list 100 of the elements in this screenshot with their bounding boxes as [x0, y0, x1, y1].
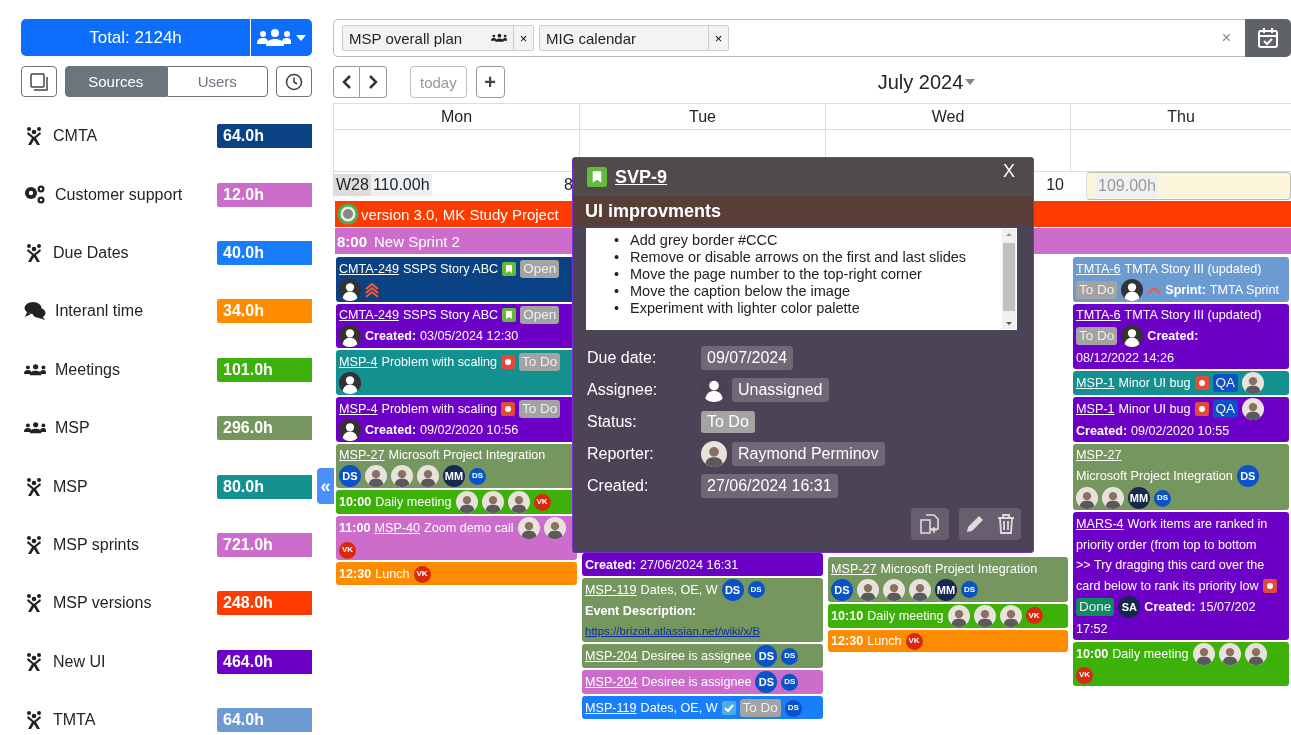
- field-value: 27/06/2024 16:31: [701, 474, 838, 498]
- status-label: Done: [1076, 598, 1115, 617]
- day-header: Mon: [333, 104, 579, 130]
- initials-avatar: DS: [781, 673, 799, 691]
- event-text: Microsoft Project Integration: [1076, 468, 1233, 486]
- field-label: Due date:: [587, 349, 658, 367]
- field-label: Sprint:: [1165, 281, 1206, 299]
- event-text: Minor UI bug: [1118, 375, 1191, 392]
- field-label: Created:: [1076, 422, 1128, 440]
- event-text: Work items are ranked in: [1127, 516, 1268, 534]
- field-value: 09/07/2024: [701, 346, 794, 370]
- event-time: 11:00: [339, 520, 371, 538]
- event-text: SSPS Story ABC: [402, 260, 499, 278]
- source-name: CMTA: [53, 127, 99, 146]
- source-name: MSP sprints: [53, 535, 140, 554]
- description-item: Remove or disable arrows on the first and last slides: [630, 249, 967, 265]
- day-number: 8: [564, 176, 574, 194]
- event-text: Minor UI bug: [1118, 401, 1191, 418]
- event-text: Desiree is assignee: [641, 674, 752, 692]
- field-label: Assignee:: [587, 381, 659, 399]
- bullet: •: [614, 266, 621, 283]
- source-hours: 40.0h: [217, 240, 312, 265]
- source-hours: 80.0h: [217, 474, 312, 499]
- event-time: 10:10: [831, 607, 864, 625]
- issue-title: UI improvments: [573, 196, 1033, 226]
- event-time: 8:00: [337, 232, 368, 250]
- event-time: 12:30: [339, 566, 372, 584]
- event-text: 09/02/2020 10:55: [1131, 422, 1230, 440]
- field-label: Created:: [1147, 328, 1199, 346]
- description-item: Experiment with lighter color palette: [630, 300, 860, 316]
- initials-avatar: VK: [533, 493, 551, 511]
- initials-avatar: MM: [935, 578, 957, 601]
- source-name: MSP: [55, 419, 91, 438]
- event-time: 12:30: [831, 633, 864, 651]
- bullet: •: [614, 300, 621, 317]
- initials-avatar: DS: [469, 467, 486, 485]
- status-label: QA: [1212, 374, 1239, 392]
- field-label: Created:: [365, 421, 417, 439]
- description-item: Move the caption below the image: [630, 283, 851, 299]
- status-label: Open: [520, 259, 560, 278]
- field-label: Created:: [365, 328, 417, 346]
- source-name: TMTA: [53, 711, 97, 730]
- status-label: To Do: [519, 399, 561, 418]
- tag-label: MIG calendar: [545, 29, 638, 47]
- source-hours: 34.0h: [217, 299, 312, 324]
- source-name: Interanl time: [55, 302, 145, 321]
- source-hours: 721.0h: [217, 532, 312, 557]
- event-text: Daily meeting: [375, 494, 452, 512]
- status-label: To Do: [519, 353, 561, 371]
- event-text: Daily meeting: [1112, 645, 1189, 663]
- field-label: Event Description:: [585, 603, 697, 621]
- initials-avatar: DS: [1236, 465, 1259, 488]
- week-number: W28: [334, 174, 371, 196]
- source-hours: 464.0h: [217, 649, 312, 674]
- event-text: TMTA Sprint: [1209, 281, 1279, 299]
- source-hours: 101.0h: [217, 357, 312, 382]
- bullet: •: [614, 232, 621, 249]
- field-label: Status:: [587, 413, 638, 431]
- day-hours: 110.00h: [370, 174, 432, 196]
- event-text: Zoom demo call: [424, 520, 514, 538]
- source-hours: 64.0h: [217, 708, 312, 733]
- day-hours: 109.00h: [1096, 175, 1158, 197]
- event-text: SSPS Story ABC: [402, 307, 499, 325]
- day-header: Tue: [579, 104, 825, 130]
- status-label: Open: [520, 306, 560, 325]
- source-hours: 64.0h: [217, 124, 312, 149]
- source-name: MSP versions: [53, 594, 153, 613]
- banner-text: New Sprint 2: [374, 232, 460, 250]
- event-text: 27/06/2024 16:31: [640, 556, 739, 574]
- event-text: Dates, OE, W: [640, 581, 718, 599]
- status-label: To Do: [1076, 280, 1118, 299]
- event-text: Problem with scaling: [381, 354, 497, 371]
- source-name: Meetings: [55, 360, 121, 379]
- source-name: Due Dates: [53, 243, 130, 262]
- initials-avatar: VK: [905, 632, 923, 650]
- event-text: Daily meeting: [867, 607, 944, 625]
- event-text: 15/07/202: [1199, 599, 1256, 617]
- status-label: To Do: [1076, 327, 1118, 346]
- description-item: Add grey border #CCC: [630, 232, 778, 248]
- field-label: Created:: [587, 477, 650, 495]
- initials-avatar: DS: [961, 581, 978, 599]
- event-text: 17:52: [1076, 620, 1108, 638]
- source-name: MSP: [53, 477, 89, 496]
- initials-avatar: DS: [784, 699, 802, 717]
- field-value: Unassigned: [732, 378, 829, 402]
- initials-avatar: VK: [1076, 666, 1093, 684]
- field-label: Created:: [1144, 599, 1196, 617]
- event-text: 03/05/2024 12:30: [420, 328, 519, 346]
- source-hours: 248.0h: [217, 591, 312, 616]
- initials-avatar: DS: [747, 581, 765, 599]
- initials-avatar: MM: [1128, 487, 1150, 510]
- tag-label: MSP overall plan: [348, 29, 464, 47]
- event-text: Dates, OE, W: [640, 700, 718, 717]
- field-label: Created:: [585, 556, 637, 574]
- source-name: Customer support: [55, 185, 184, 204]
- initials-avatar: VK: [1025, 607, 1043, 625]
- initials-avatar: SA: [1118, 596, 1141, 619]
- source-hours: 296.0h: [217, 416, 312, 441]
- day-header: Wed: [825, 104, 1070, 130]
- day-number: 10: [1046, 176, 1065, 194]
